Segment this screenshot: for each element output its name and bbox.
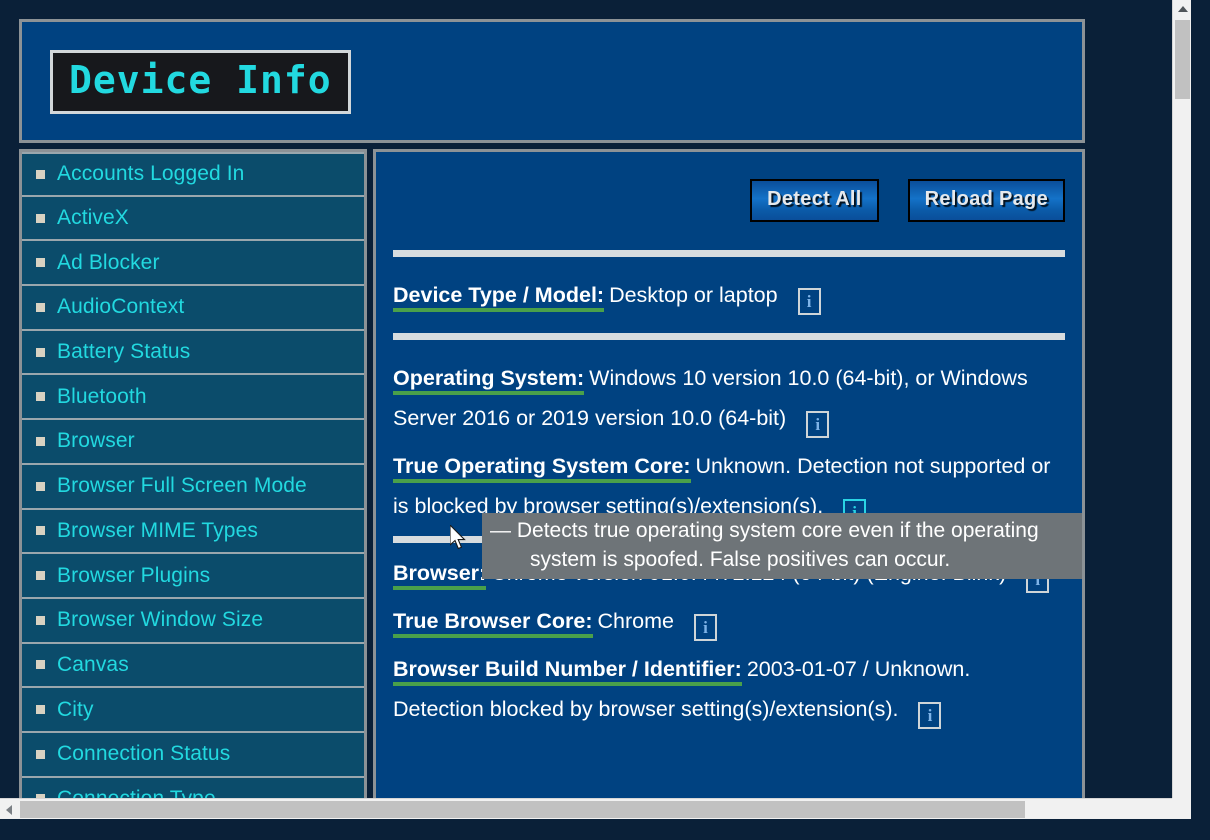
horizontal-scrollbar[interactable] (0, 798, 1191, 819)
result-value: Chrome (597, 609, 674, 633)
section-divider (393, 250, 1065, 257)
bullet-square-icon (36, 213, 45, 223)
sidebar-item-label: Canvas (57, 652, 129, 676)
result-label: True Browser Core: (393, 609, 593, 638)
sidebar-item-battery-status[interactable]: Battery Status (22, 330, 364, 376)
sidebar-item-label: Browser Window Size (57, 608, 264, 632)
sidebar-item-browser[interactable]: Browser (22, 420, 364, 465)
result-row-device-type-model: Device Type / Model: Desktop or laptop i (376, 267, 1082, 323)
sidebar-item-label: Browser MIME Types (57, 518, 258, 542)
bullet-square-icon (36, 258, 45, 268)
page-title-box: Device Info (50, 50, 351, 114)
page-viewport: Device Info Accounts Logged In ActiveX A… (0, 0, 1191, 819)
header-panel: Device Info (19, 19, 1085, 143)
page-title: Device Info (69, 58, 332, 102)
info-icon-operating-system[interactable]: i (806, 411, 830, 438)
vertical-scrollbar-thumb[interactable] (1175, 20, 1190, 99)
reload-page-button[interactable]: Reload Page (907, 179, 1065, 222)
tooltip-line-2: system is spoofed. False positives can o… (530, 548, 951, 571)
tooltip-line-1: Detects true operating system core even … (516, 519, 1039, 542)
bullet-square-icon (36, 302, 45, 312)
info-tooltip: — Detects true operating system core eve… (482, 513, 1082, 579)
scrollbar-corner (1172, 798, 1191, 819)
bullet-square-icon (36, 660, 45, 670)
result-label: Operating System: (393, 366, 585, 395)
sidebar-item-label: Battery Status (57, 340, 191, 364)
bullet-square-icon (36, 615, 45, 625)
sidebar-item-label: City (57, 697, 94, 721)
sidebar-item-label: Connection Status (57, 742, 231, 766)
bullet-square-icon (36, 749, 45, 759)
sidebar-item-label: Accounts Logged In (57, 162, 245, 186)
bullet-square-icon (36, 347, 45, 357)
sidebar-item-bluetooth[interactable]: Bluetooth (22, 375, 364, 421)
result-value: Desktop or laptop (609, 283, 778, 307)
sidebar-item-label: ActiveX (57, 206, 129, 230)
sidebar-item-label: Browser Full Screen Mode (57, 474, 307, 498)
detection-results-list: Device Type / Model: Desktop or laptop i O… (376, 240, 1082, 729)
sidebar-item-ad-blocker[interactable]: Ad Blocker (22, 241, 364, 287)
info-icon-browser-build-number[interactable]: i (918, 702, 942, 729)
sidebar-item-city[interactable]: City (22, 688, 364, 733)
bullet-square-icon (36, 571, 45, 581)
sidebar-item-label: Bluetooth (57, 384, 147, 408)
bullet-square-icon (36, 436, 45, 446)
result-row-true-browser-core: True Browser Core: Chrome i (376, 593, 1082, 641)
sidebar-item-accounts-logged-in[interactable]: Accounts Logged In (22, 152, 364, 197)
detect-all-button[interactable]: Detect All (750, 179, 879, 222)
scroll-left-arrow-icon[interactable] (0, 799, 18, 819)
sidebar-item-audiocontext[interactable]: AudioContext (22, 286, 364, 331)
sidebar-item-canvas[interactable]: Canvas (22, 643, 364, 689)
result-row-browser-build-number: Browser Build Number / Identifier: 2003-0… (376, 641, 1082, 729)
tooltip-dash: — (490, 519, 511, 542)
bullet-square-icon (36, 392, 45, 402)
vertical-scrollbar[interactable] (1172, 0, 1191, 819)
bullet-square-icon (36, 705, 45, 715)
action-button-bar: Detect All Reload Page (750, 179, 1065, 222)
bullet-square-icon (36, 526, 45, 536)
info-icon-device-type-model[interactable]: i (797, 288, 821, 315)
result-row-operating-system: Operating System: Windows 10 version 10.0… (376, 350, 1082, 438)
sidebar-item-label: AudioContext (57, 295, 185, 319)
sidebar-item-browser-full-screen-mode[interactable]: Browser Full Screen Mode (22, 464, 364, 510)
sidebar-item-browser-mime-types[interactable]: Browser MIME Types (22, 509, 364, 555)
sidebar-navigation[interactable]: Accounts Logged In ActiveX Ad Blocker Au… (19, 149, 367, 819)
sidebar-item-label: Browser (57, 429, 135, 453)
result-label: True Operating System Core: (393, 454, 691, 483)
sidebar-item-label: Ad Blocker (57, 250, 160, 274)
bullet-square-icon (36, 169, 45, 179)
section-divider (393, 333, 1065, 340)
bullet-square-icon (36, 481, 45, 491)
sidebar-item-browser-window-size[interactable]: Browser Window Size (22, 598, 364, 644)
info-icon-true-browser-core[interactable]: i (694, 614, 717, 641)
sidebar-item-connection-status[interactable]: Connection Status (22, 732, 364, 778)
result-label: Browser Build Number / Identifier: (393, 657, 742, 686)
sidebar-item-activex[interactable]: ActiveX (22, 196, 364, 242)
horizontal-scrollbar-thumb[interactable] (20, 801, 1025, 818)
result-label: Device Type / Model: (393, 283, 605, 312)
result-label: Browser: (393, 561, 487, 590)
sidebar-item-label: Browser Plugins (57, 563, 211, 587)
scroll-up-arrow-icon[interactable] (1173, 0, 1191, 18)
sidebar-item-browser-plugins[interactable]: Browser Plugins (22, 554, 364, 599)
main-content-panel: Detect All Reload Page Device Type / Mod… (373, 149, 1085, 819)
